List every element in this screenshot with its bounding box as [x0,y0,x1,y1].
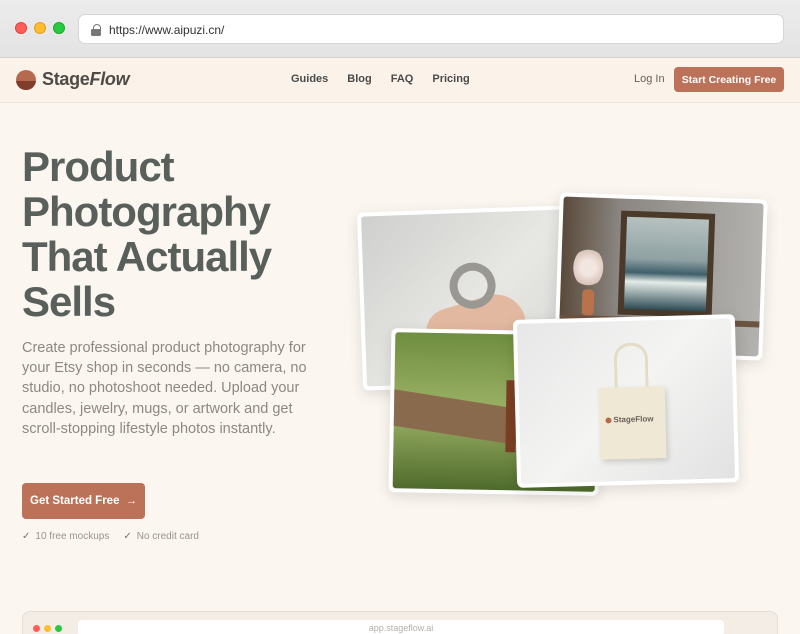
hero-title-line: Product [22,143,175,190]
logo-icon [16,69,36,90]
photo-card-tote: StageFlow [512,314,740,488]
login-link[interactable]: Log In [634,73,665,85]
browser-window: https://www.aipuzi.cn/ StageFlow Guides … [0,0,800,634]
preview-dot [44,625,51,632]
start-creating-button[interactable]: Start Creating Free [674,67,784,92]
hero-title-line: Photography [22,188,271,235]
get-started-label: Get Started Free [30,495,120,507]
tote-logo: StageFlow [605,414,654,424]
app-preview-window: app.stageflow.ai [22,611,778,634]
nav-link-faq[interactable]: FAQ [391,73,414,85]
nav-link-blog[interactable]: Blog [347,73,371,85]
tote-bag-photo: StageFlow [516,318,736,484]
arrow-right-icon: → [125,495,137,507]
hero-title-line: That Actually [22,233,272,280]
close-window-button[interactable] [15,22,27,34]
hero-checklist: ✓ 10 free mockups ✓ No credit card [22,531,199,542]
address-bar[interactable]: https://www.aipuzi.cn/ [78,14,784,44]
browser-titlebar: https://www.aipuzi.cn/ [0,0,800,58]
maximize-window-button[interactable] [53,22,65,34]
nav-link-guides[interactable]: Guides [291,73,328,85]
nav-link-pricing[interactable]: Pricing [432,73,469,85]
check-icon: ✓ [123,531,132,542]
brand-name: StageFlow [42,69,130,89]
preview-dot [55,625,62,632]
hero-title-line: Sells [22,278,116,325]
minimize-window-button[interactable] [34,22,46,34]
nav-links: Guides Blog FAQ Pricing [291,73,470,85]
brand-logo[interactable]: StageFlow [16,69,130,90]
get-started-button[interactable]: Get Started Free → [22,483,145,519]
check-item: ✓ No credit card [123,531,199,542]
check-item: ✓ 10 free mockups [22,531,110,542]
lock-icon [91,24,101,36]
url-text: https://www.aipuzi.cn/ [109,23,225,37]
preview-dot [33,625,40,632]
hero-description: Create professional product photography … [22,340,307,437]
check-icon: ✓ [22,531,31,542]
hero-title: Product Photography That Actually Sells [22,144,342,324]
preview-url: app.stageflow.ai [78,620,724,634]
site-header: StageFlow Guides Blog FAQ Pricing Log In… [0,58,800,103]
